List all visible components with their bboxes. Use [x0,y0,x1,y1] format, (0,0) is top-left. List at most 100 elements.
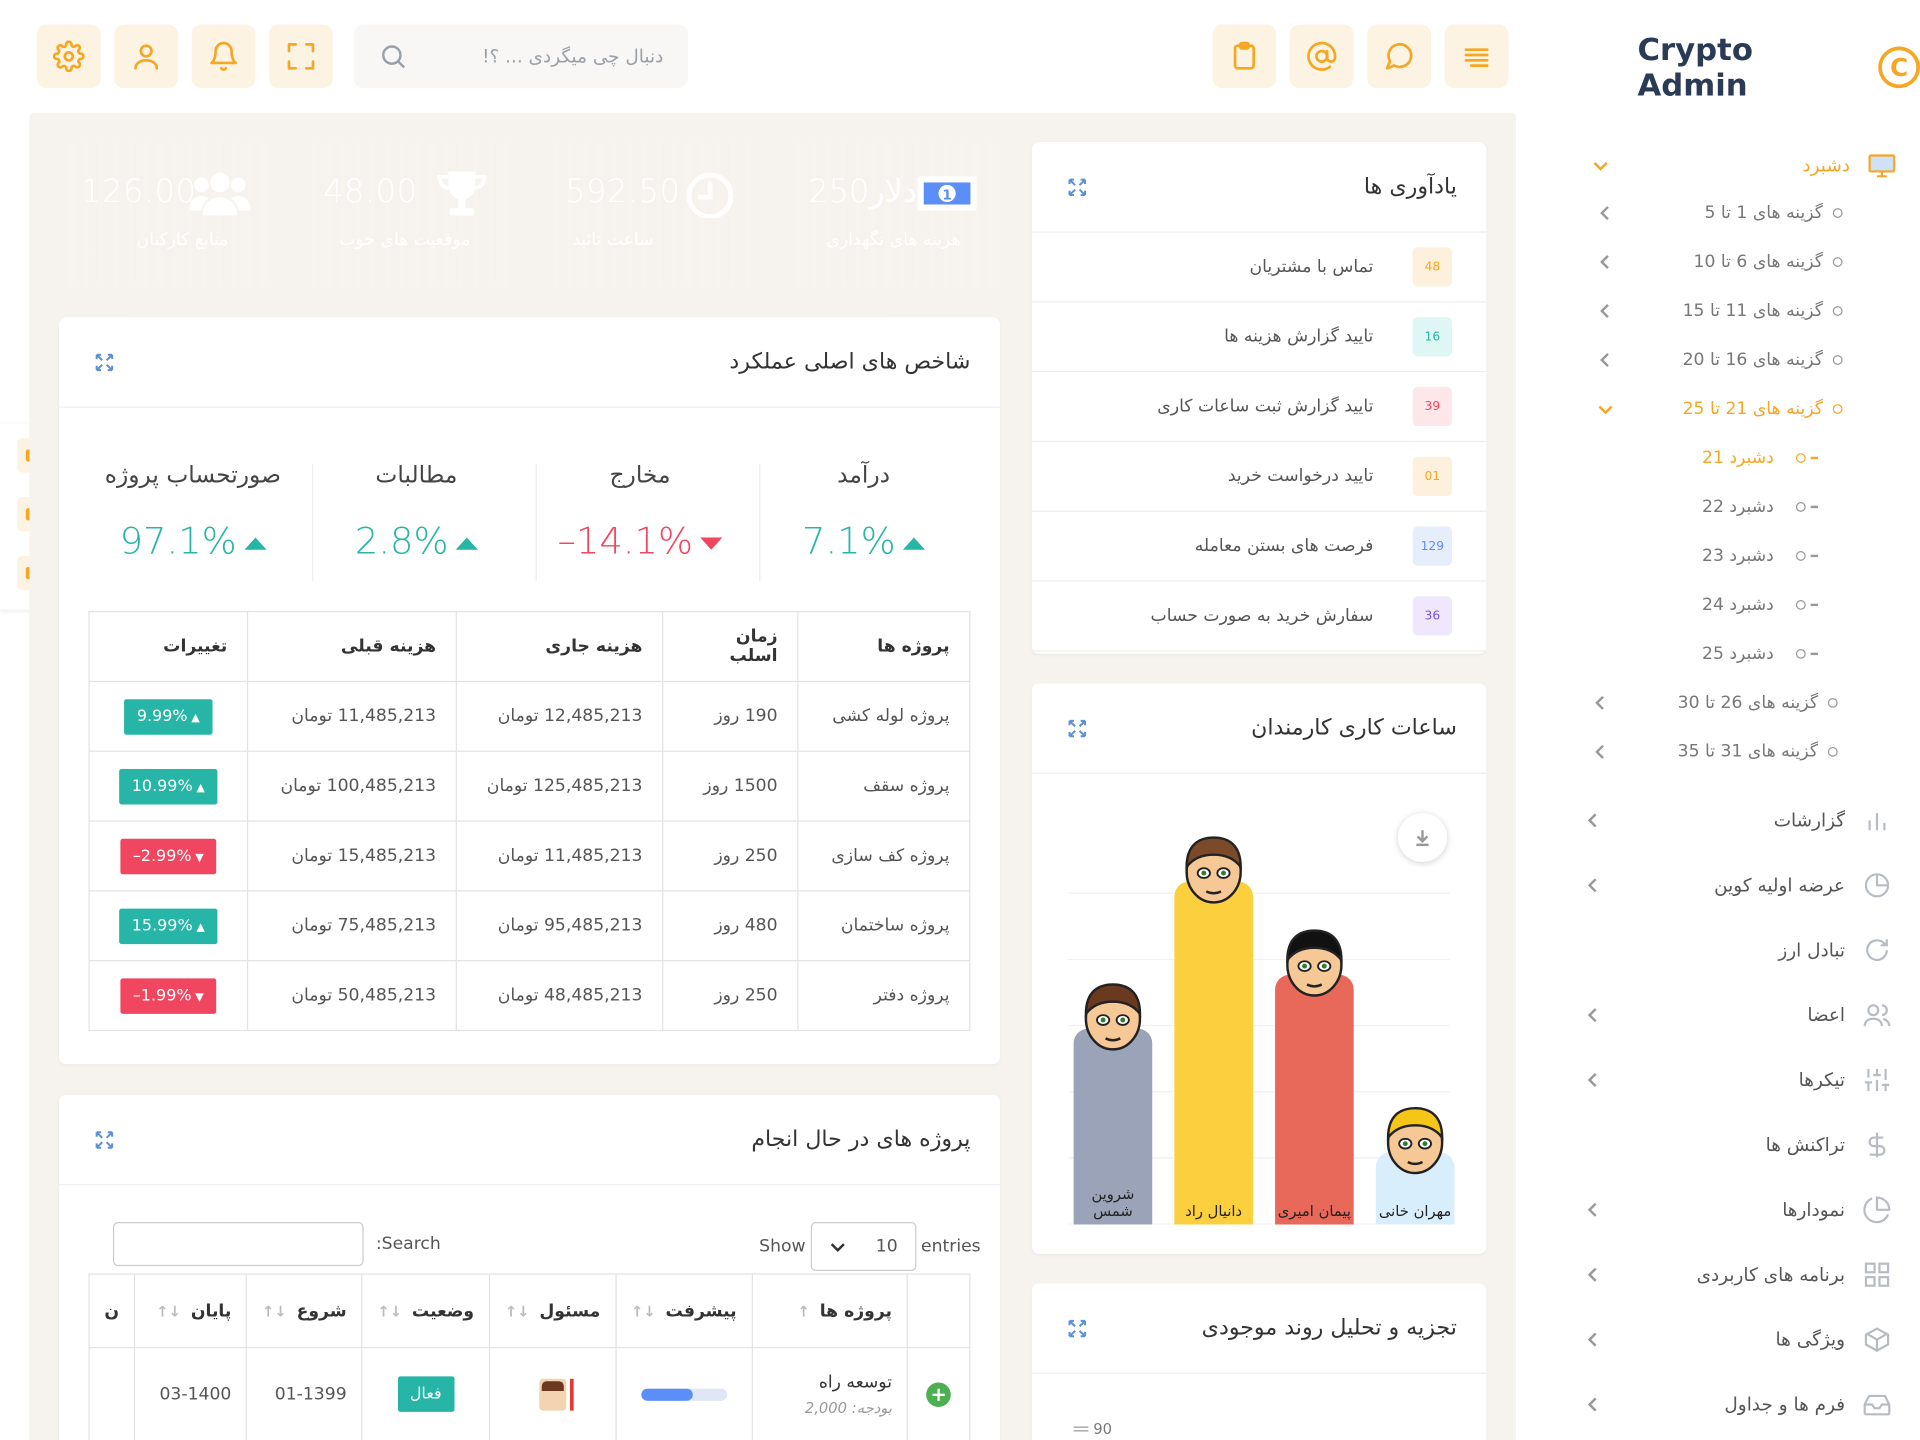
progress-bar [640,1387,727,1401]
sidebar-subitem[interactable]: گزینه های 21 تا 25 [1597,399,1843,419]
tile-positions[interactable]: 48.00 موقعیت های خوب [300,142,515,287]
expand-row-icon[interactable]: + [906,1346,971,1440]
sidebar-nested-label: دشبرد 22 [1702,497,1774,517]
sidebar-item[interactable]: گزارشات [1585,802,1892,839]
chevron-left-icon [1595,695,1604,710]
tile-staff[interactable]: 126.00 منابع کارکنان [58,142,273,287]
user-icon[interactable] [114,24,179,89]
sidebar-item[interactable]: ویژگی ها [1585,1321,1892,1358]
clipboard-icon[interactable] [1212,24,1277,89]
sidebar-subitem[interactable]: گزینه های 16 تا 20 [1597,350,1843,370]
expand-icon[interactable] [93,351,115,373]
svg-text:1: 1 [942,188,951,204]
change-badge: –2.99% ▼ [120,838,217,874]
at-icon[interactable] [1289,24,1354,89]
sidebar-label: تبادل ارز [1778,939,1846,962]
sidebar-subitem[interactable]: گزینه های 26 تا 30 [1592,693,1838,713]
projects-table: پروژه ها↑ پیشرفت↓↑ مسئول↓↑ وضعیت↓↑ شروع↓… [88,1273,971,1440]
entries-select[interactable]: 10 [810,1222,917,1272]
column-header-status[interactable]: وضعیت↓↑ [361,1273,491,1349]
circle-icon [1795,453,1806,463]
project-cell: پروژه سقف [797,750,971,822]
expand-icon[interactable] [1066,1317,1088,1339]
sidebar-nested-label: دشبرد 23 [1702,546,1774,566]
employee-bar[interactable]: پیمان امیری [1275,974,1354,1225]
sidebar-item[interactable]: عرضه اولیه کوین [1585,867,1892,904]
reminder-item[interactable]: 39 تایید گزارش ثبت ساعات کاری [1031,372,1487,443]
column-header-more[interactable]: ن [88,1273,136,1349]
sidebar-item-dashboard[interactable]: دشبرد [1592,147,1897,184]
app-logo[interactable]: Crypto Admin C [1637,32,1920,103]
expand-icon[interactable] [1066,717,1088,739]
time-cell: 250 روز [662,960,799,1032]
sidebar-label: فرم ها و جداول [1724,1393,1846,1416]
sidebar-nested-item[interactable]: دشبرد 25 [1572,644,1819,664]
project-name: توسعه راه [818,1372,892,1392]
gear-icon[interactable] [36,24,101,89]
column-header[interactable]: پروژه ها [797,611,971,683]
employee-bar[interactable]: دانیال راد [1174,881,1253,1225]
logo-text: Crypto Admin [1637,31,1753,103]
column-header-owner[interactable]: مسئول↓↑ [488,1273,617,1349]
chevron-left-icon [1587,1008,1597,1023]
reminder-item[interactable]: 48 تماس با مشتریان [1031,233,1487,303]
column-header[interactable]: زمان اسلب [662,611,799,683]
change-badge: –1.99% ▼ [120,977,217,1014]
sidebar-item[interactable]: نمودارها [1585,1191,1892,1228]
expand-icon[interactable] [1066,176,1088,198]
sidebar-nested-item[interactable]: دشبرد 24 [1572,595,1819,615]
current-cost-cell: 11,485,213 تومان [455,820,664,892]
tile-hours[interactable]: 592.50 ساعت تائید [542,142,757,287]
sidebar-subitem-label: گزینه های 1 تا 5 [1704,203,1823,223]
reminder-count: 16 [1412,317,1452,357]
expand-column [906,1273,971,1349]
entries-value: 10 [875,1236,898,1257]
employee-bar[interactable]: شروین شمس [1073,1028,1153,1225]
entries-label: entries [921,1236,981,1257]
change-badge: 15.99% ▲ [119,907,218,944]
sidebar-item[interactable]: برنامه های کاربردی [1585,1256,1892,1293]
table-row[interactable]: پروژه سقف 1500 روز 125,485,213 تومان 100,48… [88,750,971,822]
sidebar-nested-item[interactable]: دشبرد 23 [1572,546,1819,566]
reminder-item[interactable]: 129 فرصت های بستن معامله [1031,512,1487,582]
chevron-left-icon [1587,878,1597,893]
column-header-end[interactable]: پایان↓↑ [133,1273,248,1349]
sidebar-item[interactable]: تبادل ارز [1585,932,1892,969]
reminder-item[interactable]: 01 تایید درخواست خرید [1031,442,1487,512]
column-header[interactable]: هزینه قبلی [246,611,457,683]
sidebar-subitem[interactable]: گزینه های 11 تا 15 [1597,301,1843,321]
tile-maintenance[interactable]: 250دلار 1 هزینه های نگهداری [786,142,1000,287]
table-row[interactable]: + توسعه راه بودجه: 2,000 فعال 01-1399 03… [88,1346,971,1440]
sidebar-item[interactable]: فرم ها و جداول [1585,1386,1892,1423]
menu-icon[interactable] [1444,24,1509,89]
box-icon [1864,1327,1890,1352]
sidebar-item[interactable]: اعضا [1585,997,1892,1034]
expand-icon[interactable] [93,1128,115,1150]
column-header-projects[interactable]: پروژه ها↑ [751,1273,908,1349]
column-header[interactable]: هزینه جاری [455,611,664,683]
sidebar-item[interactable]: تراکنش ها [1585,1127,1892,1164]
column-header-start[interactable]: شروع↓↑ [246,1273,363,1349]
chat-icon[interactable] [1367,24,1432,89]
sidebar-item[interactable]: تیکرها [1585,1062,1892,1099]
sidebar-nested-item[interactable]: دشبرد 22 [1572,497,1819,517]
column-header[interactable]: تغییرات [88,611,249,683]
table-row[interactable]: پروژه دفتر 250 روز 48,485,213 تومان 50,485,… [88,960,971,1032]
column-header-progress[interactable]: پیشرفت↓↑ [614,1273,753,1349]
table-search-input[interactable] [113,1222,364,1267]
table-row[interactable]: پروژه ساختمان 480 روز 95,485,213 تومان 75,4… [88,890,971,962]
reminder-item[interactable]: 16 تایید گزارش هزینه ها [1031,302,1487,373]
fullscreen-icon[interactable] [269,24,333,89]
sidebar-nested-item[interactable]: دشبرد 21 [1572,448,1819,468]
search-input[interactable]: دنبال چی میگردی ... ؟! [408,45,663,67]
current-cost-cell: 125,485,213 تومان [455,750,664,822]
table-row[interactable]: پروژه لوله کشی 190 روز 12,485,213 تومان 11,… [88,680,971,752]
reminder-text: سفارش خرید به صورت حساب [1150,606,1374,626]
sidebar-subitem[interactable]: گزینه های 6 تا 10 [1597,252,1843,272]
sidebar-subitem[interactable]: گزینه های 31 تا 35 [1592,742,1838,762]
reminder-item[interactable]: 36 سفارش خرید به صورت حساب [1031,582,1487,652]
table-row[interactable]: پروژه کف سازی 250 روز 11,485,213 تومان 15,4… [88,820,971,892]
sidebar-subitem[interactable]: گزینه های 1 تا 5 [1597,203,1843,223]
bell-icon[interactable] [191,24,256,89]
search-bar[interactable]: دنبال چی میگردی ... ؟! [353,24,688,89]
